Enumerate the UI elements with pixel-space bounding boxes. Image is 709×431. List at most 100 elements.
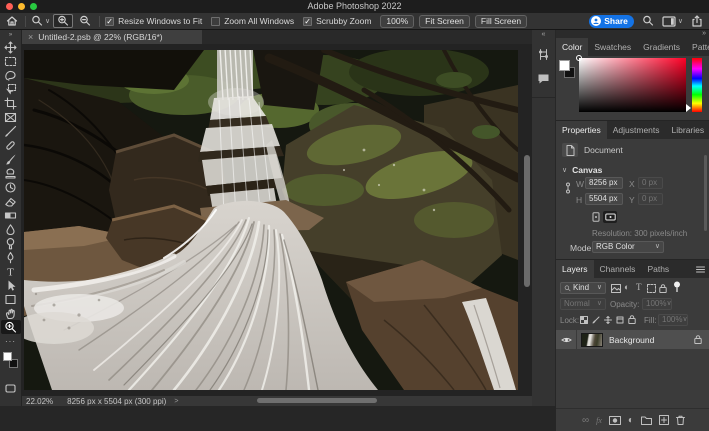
add-layer-mask-icon[interactable] [609,416,621,425]
comments-panel-icon[interactable] [532,61,555,85]
path-selection-tool[interactable] [1,278,21,292]
delete-layer-trash-icon[interactable] [676,415,685,425]
tab-swatches[interactable]: Swatches [588,38,637,56]
layer-visibility-eye-icon[interactable] [556,336,576,344]
adjustment-layer-icon[interactable]: ◐ [628,416,634,425]
hue-slider-pointer[interactable] [686,104,691,112]
type-tool[interactable]: T [1,264,21,278]
close-tab-icon[interactable]: × [28,33,33,42]
filter-smart-objects-icon[interactable] [659,284,667,293]
tab-patterns[interactable]: Patterns [686,38,709,56]
zoom-in-button[interactable] [53,14,73,28]
crop-tool[interactable] [1,96,21,110]
zoom-tool-preset[interactable]: ∨ [31,15,50,27]
link-dimensions-icon[interactable] [564,181,572,207]
collapse-tools-chevron[interactable]: » [0,30,21,40]
zoom-tool[interactable] [1,320,21,334]
panel-menu-icon[interactable] [696,260,705,278]
landscape-orientation-button[interactable] [603,211,617,223]
vertical-scrollbar[interactable] [523,44,531,396]
filter-adjustment-layers-icon[interactable]: ◐ [624,283,629,292]
zoom-out-button[interactable] [76,14,94,28]
workspace-switcher-icon[interactable]: ∨ [662,16,683,27]
hand-tool[interactable] [1,306,21,320]
mode-dropdown[interactable]: RGB Color ∨ [592,241,664,253]
y-field[interactable]: 0 px [638,193,663,205]
history-brush-tool[interactable] [1,180,21,194]
canvas-area[interactable] [22,44,532,396]
edit-toolbar-ellipsis[interactable]: ··· [1,334,21,348]
tab-libraries[interactable]: Libraries [666,121,709,139]
fill-screen-button[interactable]: Fill Screen [475,15,527,28]
zoom-level[interactable]: 22.02% [26,397,53,406]
zoom-all-windows-checkbox[interactable] [211,17,220,26]
height-field[interactable]: 5504 px [585,193,623,205]
link-layers-icon[interactable]: ∞ [582,415,589,426]
close-window-button[interactable] [6,3,13,10]
layer-lock-icon[interactable] [694,335,702,344]
tab-adjustments[interactable]: Adjustments [607,121,666,139]
filter-pixel-layers-icon[interactable] [611,284,621,293]
zoom-all-windows-label[interactable]: Zoom All Windows [224,16,294,26]
tab-properties[interactable]: Properties [556,121,607,139]
tab-layers[interactable]: Layers [556,260,594,278]
horizontal-scrollbar-thumb[interactable] [257,398,377,403]
opacity-field[interactable]: 100% ∨ [642,298,672,310]
tab-channels[interactable]: Channels [594,260,642,278]
new-group-folder-icon[interactable] [641,416,652,425]
portrait-orientation-button[interactable] [590,211,602,223]
x-field[interactable]: 0 px [638,177,663,189]
lock-position-icon[interactable] [604,316,612,324]
home-icon[interactable] [6,15,18,27]
layer-style-fx-icon[interactable]: fx [596,416,602,425]
lasso-tool[interactable] [1,68,21,82]
blur-tool[interactable] [1,222,21,236]
blend-mode-dropdown[interactable]: Normal ∨ [560,298,606,310]
history-panel-icon[interactable] [532,40,555,61]
lock-pixels-icon[interactable] [592,316,600,324]
scrubby-zoom-label[interactable]: Scrubby Zoom [316,16,371,26]
canvas-section-header[interactable]: ∨ Canvas [562,165,602,175]
object-selection-tool[interactable] [1,82,21,96]
foreground-background-swatches[interactable] [2,351,20,371]
collapse-panels-chevron[interactable]: » [702,30,706,37]
fit-screen-button[interactable]: Fit Screen [419,15,470,28]
resize-windows-label[interactable]: Resize Windows to Fit [118,16,202,26]
gradient-tool[interactable] [1,208,21,222]
filter-type-layers-icon[interactable]: T [636,283,642,292]
kind-filter-dropdown[interactable]: Kind ∨ [560,282,606,294]
search-icon[interactable] [642,15,654,27]
status-chevron-icon[interactable]: > [174,398,178,405]
tab-color[interactable]: Color [556,38,588,56]
maximize-window-button[interactable] [30,3,37,10]
filter-shape-layers-icon[interactable] [647,284,656,293]
layer-row-background[interactable]: Background [556,330,709,349]
tab-gradients[interactable]: Gradients [637,38,686,56]
resize-windows-checkbox[interactable]: ✓ [105,17,114,26]
healing-brush-tool[interactable] [1,138,21,152]
minimize-window-button[interactable] [18,3,25,10]
filter-pin-toggle[interactable] [673,281,681,293]
scrubby-zoom-checkbox[interactable]: ✓ [303,17,312,26]
new-layer-icon[interactable] [659,415,669,425]
dodge-tool[interactable] [1,236,21,250]
move-tool[interactable] [1,40,21,54]
zoom-100-button[interactable]: 100% [380,15,414,28]
share-button[interactable]: Share [589,15,634,28]
pen-tool[interactable] [1,250,21,264]
frame-tool[interactable] [1,110,21,124]
lock-transparency-icon[interactable] [580,316,588,324]
lock-all-icon[interactable] [628,315,636,324]
eyedropper-tool[interactable] [1,124,21,138]
layer-thumbnail[interactable] [581,333,603,347]
fill-field[interactable]: 100% ∨ [658,314,688,326]
width-field[interactable]: 8256 px [585,177,623,189]
foreground-color-swatch[interactable] [559,60,570,71]
foreground-color-swatch[interactable] [3,352,12,361]
screen-mode-button[interactable] [1,381,21,395]
expand-strip-chevron[interactable]: « [532,30,555,40]
rectangle-tool[interactable] [1,292,21,306]
hue-slider[interactable] [692,58,702,112]
eraser-tool[interactable] [1,194,21,208]
color-saturation-brightness-field[interactable] [579,58,686,112]
